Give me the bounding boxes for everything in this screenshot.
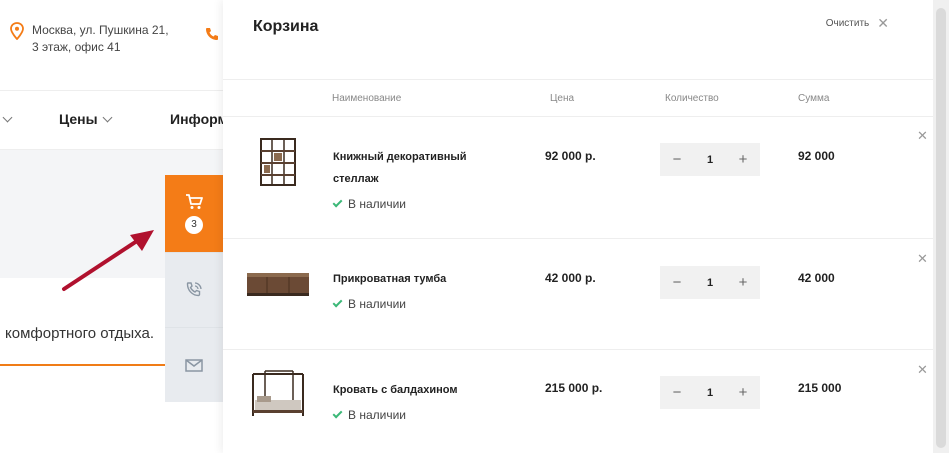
item-sum: 215 000 <box>798 381 842 395</box>
nav-item-info[interactable]: Информ <box>170 111 228 127</box>
cart-widget-button[interactable]: 3 <box>165 175 223 252</box>
address-text: Москва, ул. Пушкина 21, 3 этаж, офис 41 <box>32 22 169 56</box>
check-icon <box>332 197 343 208</box>
quantity-stepper: − 1 + <box>660 143 760 176</box>
scrollbar-thumb[interactable] <box>936 8 946 448</box>
column-sum: Сумма <box>798 93 830 104</box>
column-price: Цена <box>550 93 575 104</box>
remove-item-icon[interactable]: ✕ <box>917 251 928 267</box>
accent-divider <box>0 364 170 366</box>
item-stock-label: В наличии <box>348 408 407 422</box>
clear-cart-label: Очистить <box>825 17 870 29</box>
remove-item-icon[interactable]: ✕ <box>917 362 928 378</box>
quantity-stepper: − 1 + <box>660 266 760 299</box>
side-widget: 3 <box>165 175 223 402</box>
item-price: 215 000 р. <box>545 381 603 395</box>
close-icon: ✕ <box>877 15 889 31</box>
cart-panel: Корзина Очистить ✕ Наименование Цена Кол… <box>223 0 933 453</box>
location-icon <box>10 22 24 40</box>
callback-button[interactable] <box>165 252 223 327</box>
item-stock: В наличии <box>332 197 407 211</box>
item-stock: В наличии <box>332 297 407 311</box>
decrease-button[interactable]: − <box>670 384 684 401</box>
address-line-1: Москва, ул. Пушкина 21, <box>32 23 169 37</box>
quantity-value[interactable]: 1 <box>707 387 713 399</box>
page: Москва, ул. Пушкина 21, 3 этаж, офис 41 … <box>0 0 949 453</box>
nav-item-label: Цены <box>59 111 98 127</box>
mail-button[interactable] <box>165 327 223 402</box>
quantity-value[interactable]: 1 <box>707 154 713 166</box>
cart-header: Корзина Очистить ✕ <box>223 0 933 80</box>
item-image <box>247 273 309 296</box>
annotation-arrow <box>62 230 154 291</box>
item-sum: 42 000 <box>798 271 835 285</box>
item-name[interactable]: Кровать с балдахином <box>333 379 503 401</box>
cart-item-row: Кровать с балдахином В наличии 215 000 р… <box>223 350 933 453</box>
check-icon <box>332 408 343 419</box>
decrease-button[interactable]: − <box>670 151 684 168</box>
item-stock-label: В наличии <box>348 297 407 311</box>
item-stock-label: В наличии <box>348 197 407 211</box>
item-price: 42 000 р. <box>545 271 596 285</box>
column-quantity: Количество <box>665 93 719 104</box>
quantity-value[interactable]: 1 <box>707 277 713 289</box>
quantity-stepper: − 1 + <box>660 376 760 409</box>
item-name[interactable]: Прикроватная тумба <box>333 268 503 290</box>
increase-button[interactable]: + <box>736 274 750 291</box>
chevron-down-icon <box>102 112 113 122</box>
address-line-2: 3 этаж, офис 41 <box>32 40 121 54</box>
check-icon <box>332 297 343 308</box>
item-image <box>252 370 304 416</box>
cart-count-badge: 3 <box>185 215 203 234</box>
column-name: Наименование <box>332 93 402 104</box>
mail-icon <box>185 358 203 372</box>
address-block: Москва, ул. Пушкина 21, 3 этаж, офис 41 <box>10 22 169 56</box>
item-stock: В наличии <box>332 408 407 422</box>
cart-columns-header: Наименование Цена Количество Сумма <box>223 80 933 117</box>
increase-button[interactable]: + <box>736 384 750 401</box>
nav-item-prices[interactable]: Цены <box>59 111 113 127</box>
cart-title: Корзина <box>253 18 319 35</box>
cart-item-row: Прикроватная тумба В наличии 42 000 р. −… <box>223 239 933 350</box>
chevron-down-icon <box>2 112 13 123</box>
callback-icon <box>186 282 202 297</box>
increase-button[interactable]: + <box>736 151 750 168</box>
clear-cart-button[interactable]: Очистить ✕ <box>826 16 889 30</box>
nav-item-label: Информ <box>170 111 228 127</box>
item-name[interactable]: Книжный декоративный стеллаж <box>333 146 503 190</box>
remove-item-icon[interactable]: ✕ <box>917 128 928 144</box>
item-sum: 92 000 <box>798 149 835 163</box>
phone-icon[interactable] <box>205 27 219 41</box>
cart-icon <box>186 193 203 209</box>
promo-text: комфортного отдыха. <box>5 325 154 342</box>
item-image <box>260 138 296 186</box>
cart-item-row: Книжный декоративный стеллаж В наличии 9… <box>223 117 933 239</box>
scrollbar[interactable] <box>933 0 949 453</box>
decrease-button[interactable]: − <box>670 274 684 291</box>
item-price: 92 000 р. <box>545 149 596 163</box>
